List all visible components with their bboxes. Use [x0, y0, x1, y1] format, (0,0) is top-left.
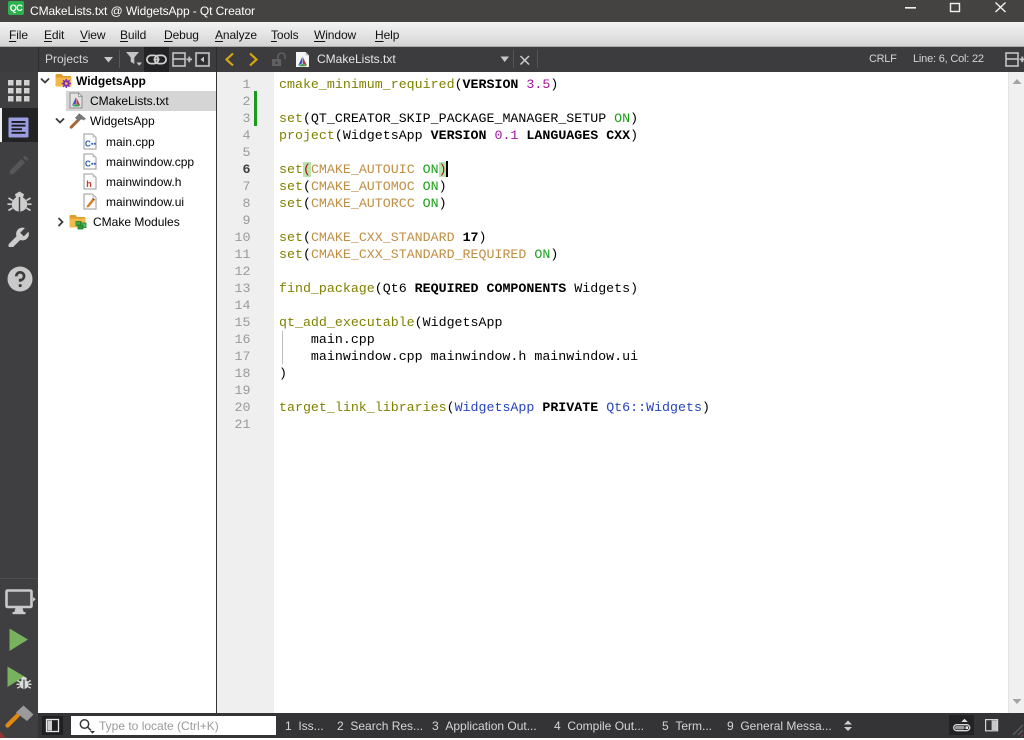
svg-text:C: C [85, 139, 91, 148]
svg-text:h: h [86, 179, 92, 189]
svg-text:C: C [85, 159, 91, 168]
